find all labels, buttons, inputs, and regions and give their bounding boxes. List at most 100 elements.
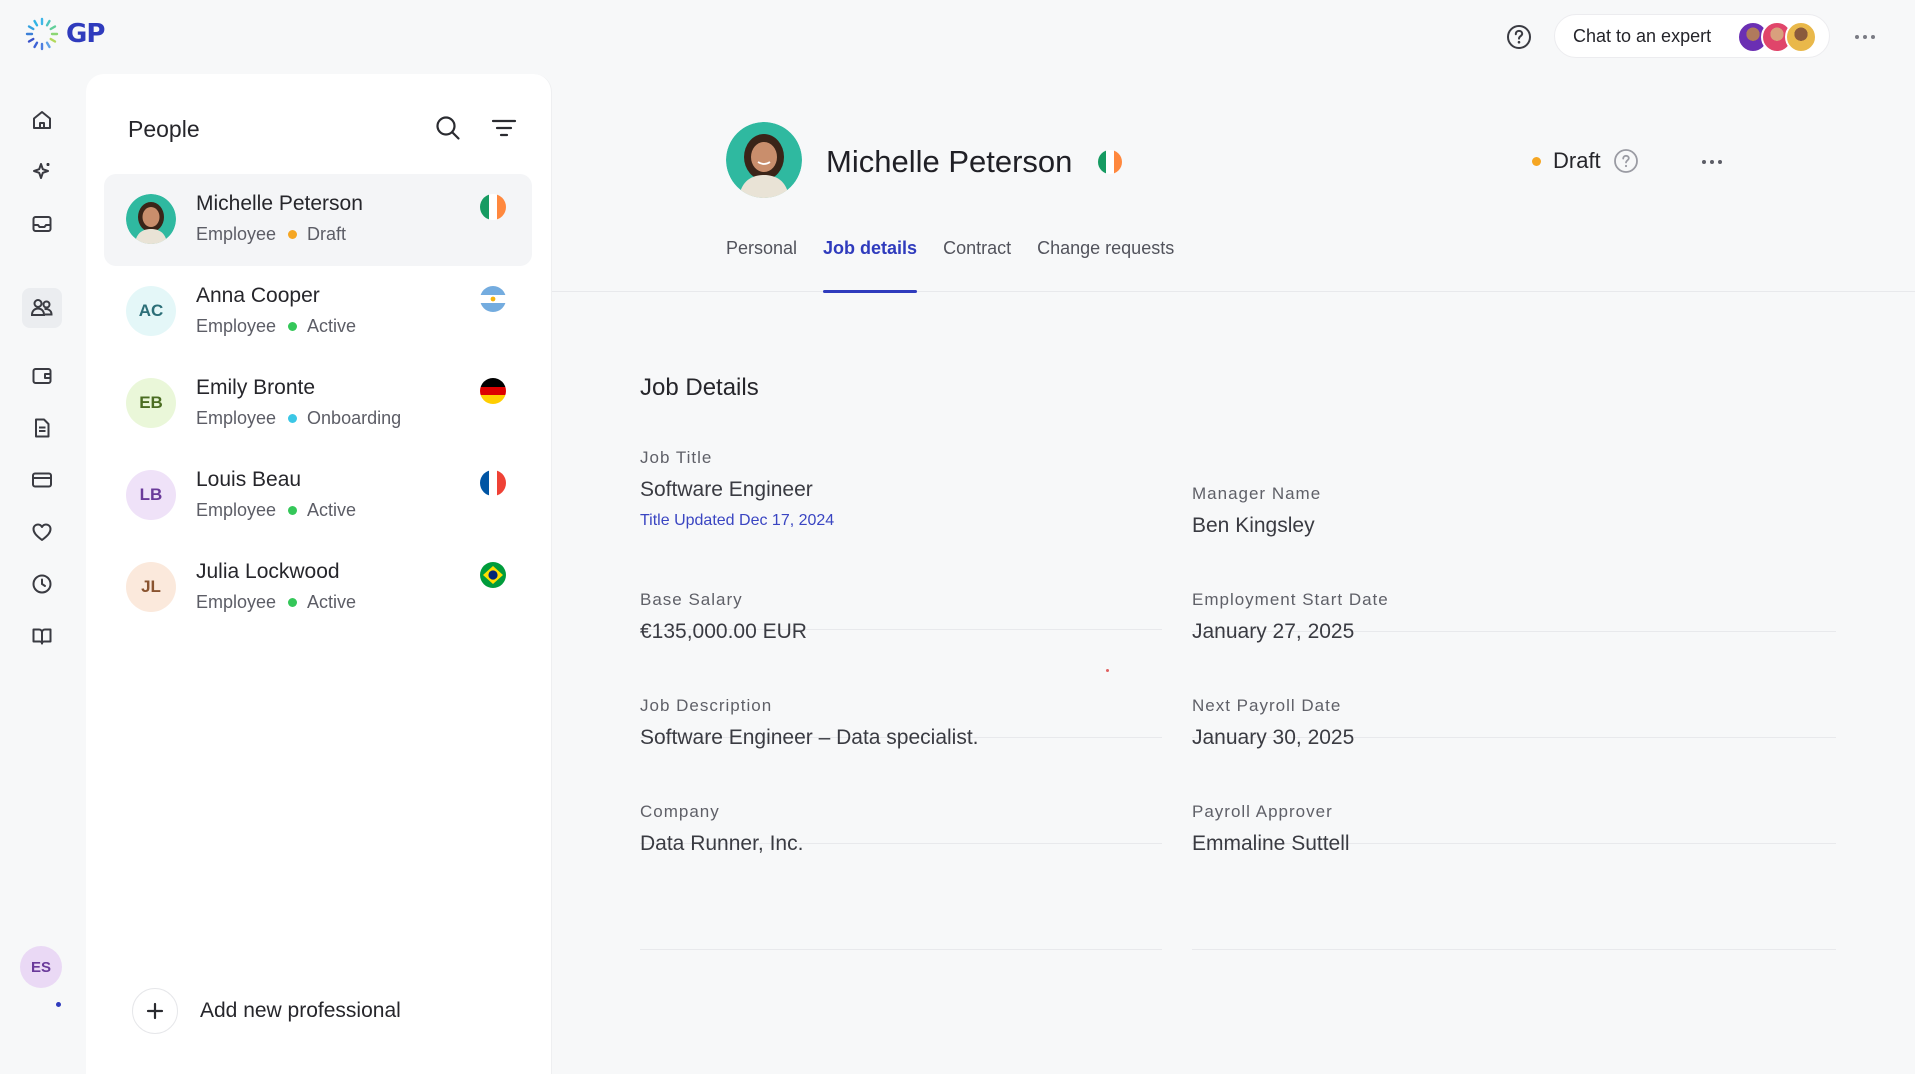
payroll-approver-field: Payroll Approver Emmaline Suttell [1192,802,1836,950]
ireland-flag-icon [1098,150,1122,174]
person-row-louis-beau[interactable]: LB Louis Beau Employee Active [104,450,532,542]
logo-text: GP [66,19,105,49]
sparkle-icon[interactable] [26,156,58,188]
profile-header: Michelle Peterson Draft Personal Job det… [552,74,1915,293]
heart-icon[interactable] [26,516,58,548]
avatar: AC [126,286,176,336]
more-options-icon[interactable] [1696,146,1728,178]
tab-personal[interactable]: Personal [726,238,797,292]
person-name: Julia Lockwood [196,560,340,583]
field-label: Employment Start Date [1192,590,1389,609]
status-dot [288,230,298,239]
status-dot [1532,156,1541,166]
field-label: Company [640,802,720,821]
inbox-icon[interactable] [26,208,58,240]
people-panel: People Michelle Peterson Employee Draft … [86,74,552,1074]
person-row-anna-cooper[interactable]: AC Anna Cooper Employee Active [104,266,532,358]
wallet-icon[interactable] [26,360,58,392]
field-value: Software Engineer – Data specialist. [640,726,979,749]
avatar [126,194,176,244]
field-label: Job Title [640,448,713,467]
book-icon[interactable] [26,620,58,652]
field-value: Data Runner, Inc. [640,832,804,855]
person-name: Anna Cooper [196,284,320,307]
person-meta: Employee Active [196,316,356,337]
avatar: LB [126,470,176,520]
add-professional-button[interactable]: Add new professional [132,988,401,1034]
field-value: Ben Kingsley [1192,514,1315,537]
person-status: Draft [307,224,347,244]
section-title: Job Details [640,374,759,401]
help-icon[interactable] [1613,148,1639,174]
avatar: JL [126,562,176,612]
profile-name: Michelle Peterson [826,144,1073,179]
person-role: Employee [196,316,277,336]
person-meta: Employee Onboarding [196,408,401,429]
tab-change-requests[interactable]: Change requests [1037,238,1174,292]
person-meta: Employee Draft [196,224,346,245]
expert-avatar [1785,21,1817,53]
clock-icon[interactable] [26,568,58,600]
person-status: Active [307,592,357,612]
person-role: Employee [196,592,277,612]
cursor-dot [1106,669,1109,672]
field-value: January 27, 2025 [1192,620,1355,643]
status-dot [288,598,298,607]
profile-tabs: Personal Job details Contract Change req… [726,238,1200,293]
person-meta: Employee Active [196,592,356,613]
person-row-michelle-peterson[interactable]: Michelle Peterson Employee Draft [104,174,532,266]
field-label: Next Payroll Date [1192,696,1342,715]
more-options-icon[interactable] [1850,22,1880,52]
search-icon[interactable] [432,112,464,144]
expert-avatars [1737,21,1821,53]
person-status: Onboarding [307,408,402,428]
nav-rail: ES [0,74,86,1074]
person-name: Michelle Peterson [196,192,363,215]
person-status: Active [307,500,357,520]
avatar: EB [126,378,176,428]
add-professional-label: Add new professional [200,999,401,1022]
tab-contract[interactable]: Contract [943,238,1011,292]
person-role: Employee [196,408,277,428]
notification-dot [54,1000,63,1009]
top-bar: GP Chat to an expert [0,0,1915,74]
field-label: Base Salary [640,590,743,609]
field-value: January 30, 2025 [1192,726,1355,749]
field-label: Payroll Approver [1192,802,1333,821]
chat-expert-button[interactable]: Chat to an expert [1554,14,1830,58]
logo-ring-icon [25,17,59,51]
ireland-flag-icon [480,194,506,220]
document-icon[interactable] [26,412,58,444]
field-value: Emmaline Suttell [1192,832,1350,855]
help-icon[interactable] [1504,22,1534,52]
person-row-julia-lockwood[interactable]: JL Julia Lockwood Employee Active [104,542,532,634]
person-status: Active [307,316,357,336]
people-icon[interactable] [22,288,62,328]
argentina-flag-icon [480,286,506,312]
field-value: Software Engineer [640,478,813,501]
person-meta: Employee Active [196,500,356,521]
person-row-emily-bronte[interactable]: EB Emily Bronte Employee Onboarding [104,358,532,450]
profile-avatar [726,122,802,198]
app-logo[interactable]: GP [24,16,105,52]
person-role: Employee [196,224,277,244]
filter-icon[interactable] [488,112,520,144]
profile-status-label: Draft [1553,148,1601,173]
person-role: Employee [196,500,277,520]
people-title: People [128,116,200,142]
chat-expert-label: Chat to an expert [1573,25,1712,46]
plus-icon [132,988,178,1034]
person-name: Louis Beau [196,468,302,491]
home-icon[interactable] [26,104,58,136]
profile-status: Draft [1532,148,1639,174]
title-updated-link[interactable]: Title Updated Dec 17, 2024 [640,512,1162,530]
card-icon[interactable] [26,464,58,496]
person-name: Emily Bronte [196,376,316,399]
main-content: Michelle Peterson Draft Personal Job det… [552,74,1915,1074]
user-avatar[interactable]: ES [20,946,62,988]
status-dot [288,414,298,423]
field-label: Job Description [640,696,773,715]
tab-job-details[interactable]: Job details [823,238,918,293]
brazil-flag-icon [480,562,506,588]
status-dot [288,322,298,331]
